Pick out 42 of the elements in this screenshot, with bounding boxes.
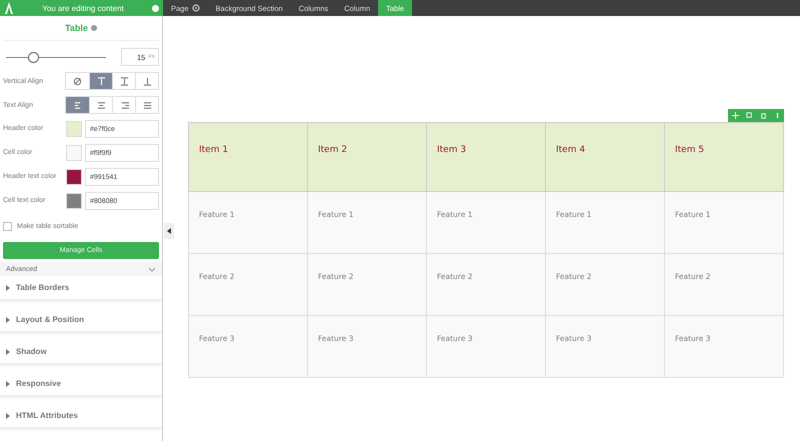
section-header[interactable]: Responsive: [0, 372, 162, 396]
color-swatch[interactable]: [66, 169, 82, 185]
section-header[interactable]: Layout & Position: [0, 308, 162, 332]
slider-thumb[interactable]: [28, 52, 39, 62]
justify-align-icon: [142, 100, 152, 110]
none-align-icon: [73, 76, 82, 86]
header-cell: Item 4: [546, 122, 664, 192]
header-cell: Item 5: [664, 122, 784, 192]
center-align-icon: [96, 100, 106, 110]
align-button[interactable]: [66, 97, 89, 113]
chevron-icon: [148, 266, 156, 272]
help-icon[interactable]: [90, 25, 97, 31]
color-swatch[interactable]: [66, 193, 82, 209]
align-button[interactable]: [89, 73, 112, 89]
top-align-icon: [96, 76, 106, 86]
header-cell: Item 2: [308, 122, 426, 192]
bottom-align-icon: [142, 76, 152, 86]
right-align-icon: [120, 100, 128, 110]
checkbox[interactable]: [3, 222, 12, 230]
caret-icon: [6, 380, 10, 386]
copy-icon[interactable]: [746, 112, 752, 119]
move-icon[interactable]: [732, 112, 738, 119]
middle-align-icon: [120, 76, 128, 86]
color-swatch[interactable]: [66, 121, 82, 137]
header-cell: Item 3: [426, 122, 546, 192]
settings-icon[interactable]: [192, 4, 200, 12]
caret-icon: [167, 228, 171, 234]
caret-icon: [6, 284, 10, 290]
banner-text: You are editing content: [41, 4, 125, 12]
caret-icon: [6, 412, 10, 418]
collapse-handle[interactable]: [164, 223, 174, 239]
info-icon[interactable]: [152, 4, 159, 12]
logo-icon: [4, 2, 14, 14]
section-header[interactable]: Table Borders: [0, 276, 162, 300]
section-header[interactable]: HTML Attributes: [0, 404, 162, 428]
caret-icon: [6, 316, 10, 322]
color-swatch[interactable]: [66, 145, 82, 161]
header-cell: Item 1: [188, 122, 308, 192]
section-header[interactable]: Shadow: [0, 340, 162, 364]
left-align-icon: [73, 100, 82, 110]
panel-title: Table: [65, 23, 88, 33]
caret-icon: [6, 348, 10, 354]
